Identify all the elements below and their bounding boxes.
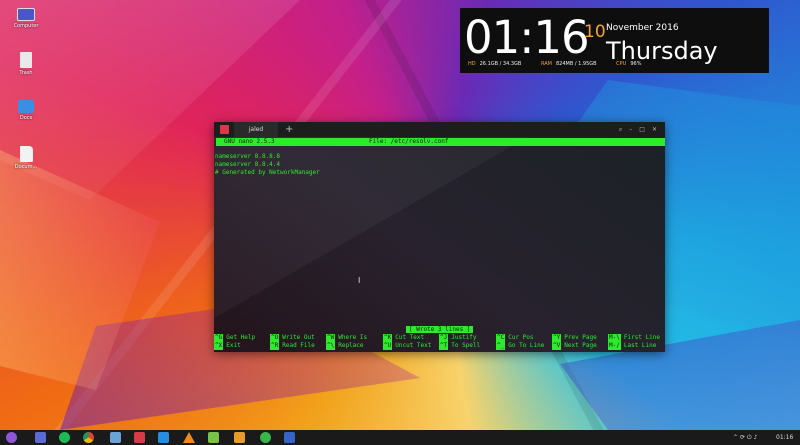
search-icon[interactable]: ⌕ [619, 126, 622, 133]
shortcut-exit[interactable]: ^X Exit [214, 342, 241, 350]
shortcut-last-line[interactable]: M-/Last Line [608, 342, 656, 350]
system-stats: HD 26.1GB / 34.3GB RAM 824MB / 1.95GB CPU 9… [468, 61, 641, 67]
desktop-icon-label: Trash [19, 70, 33, 76]
ram-label: RAM [540, 61, 552, 67]
editor-content[interactable]: nameserver 8.8.8.8 nameserver 8.8.4.4 # Ge… [215, 153, 320, 177]
editor-line: nameserver 8.8.8.8 [215, 153, 281, 160]
desktop-icon-label: Docs [19, 115, 33, 121]
chevron-up-icon[interactable]: ⌃ [733, 434, 738, 441]
shortcut-read-file[interactable]: ^R Read File [270, 342, 315, 350]
clock-time: 01:16 [464, 11, 590, 64]
ram-value: 824MB / 1.95GB [555, 61, 597, 67]
folder-icon [18, 100, 34, 113]
desktop-icon-computer[interactable]: Computer [12, 8, 40, 29]
terminal-icon[interactable] [134, 432, 145, 443]
clock-day: 10 [584, 22, 606, 42]
shortcut-first-line[interactable]: M-\ First Line [608, 334, 660, 342]
spotify-icon[interactable] [59, 432, 70, 443]
taskbar-clock[interactable]: 01:16 [776, 430, 793, 445]
desktop-icon-trash[interactable]: Trash [12, 52, 40, 76]
window-controls: ⌕ – □ ✕ [612, 122, 657, 137]
clock-month-year: November 2016 [606, 23, 679, 33]
trash-icon [20, 52, 32, 68]
editor-line: nameserver 8.8.4.4 [215, 161, 281, 168]
recorder-icon[interactable] [260, 432, 271, 443]
sync-icon[interactable]: ⟳ [740, 434, 745, 441]
power-icon[interactable]: ⏻ [747, 434, 752, 441]
wallpaper-facet [0, 150, 160, 390]
vlc-icon[interactable] [183, 432, 195, 443]
shortcut-next-page[interactable]: ^V Next Page [552, 342, 597, 350]
writer-icon[interactable] [284, 432, 295, 443]
shortcut-get-help[interactable]: ^G Get Help [214, 334, 255, 342]
minimize-icon[interactable]: – [629, 126, 632, 133]
archive-icon[interactable] [234, 432, 245, 443]
shortcut-to-spell[interactable]: ^T To Spell [439, 342, 480, 350]
chrome-icon[interactable] [83, 432, 94, 443]
nano-shortcut-bar: ^G Get Help ^O Write Out ^W Where Is ^K Cut … [214, 334, 665, 350]
desktop-icon-label: Computer [13, 23, 39, 29]
close-icon[interactable]: ✕ [652, 126, 657, 133]
volume-icon[interactable]: ♪ [754, 434, 758, 441]
store-icon[interactable] [110, 432, 121, 443]
shortcut-justify[interactable]: ^J Justify [439, 334, 477, 342]
text-cursor-icon: I [358, 276, 361, 285]
shortcut-replace[interactable]: ^\ Replace [326, 342, 364, 350]
shortcut-write-out[interactable]: ^O Write Out [270, 334, 315, 342]
nano-header: GNU nano 2.5.3 File: /etc/resolv.conf [216, 138, 665, 146]
shortcut-where-is[interactable]: ^W Where Is [326, 334, 367, 342]
files-icon[interactable] [35, 432, 46, 443]
shortcut-go-to-line[interactable]: ^_ Go To Line [496, 342, 544, 350]
hd-label: HD [468, 61, 476, 67]
maximize-icon[interactable]: □ [639, 126, 645, 133]
terminal-window[interactable]: jaled + ⌕ – □ ✕ GNU nano 2.5.3 File: /etc/r… [214, 122, 665, 352]
launcher-icon[interactable] [6, 432, 17, 443]
android-icon[interactable] [208, 432, 219, 443]
nano-version: GNU nano 2.5.3 [224, 138, 275, 145]
taskbar: ⌃ ⟳ ⏻ ♪ 01:16 [0, 430, 800, 445]
desktop-icon-docs[interactable]: Docs [12, 100, 40, 121]
cpu-value: 96% [630, 61, 642, 67]
clock-widget: 01:16 10 November 2016 Thursday HD 26.1GB… [460, 8, 769, 73]
nano-file-label: File: /etc/resolv.conf [369, 138, 449, 145]
shortcut-cut-text[interactable]: ^K Cut Text [383, 334, 424, 342]
hd-value: 26.1GB / 34.3GB [479, 61, 522, 67]
flag-icon[interactable] [158, 432, 169, 443]
cpu-label: CPU [616, 61, 627, 67]
terminal-app-icon [220, 125, 229, 134]
terminal-titlebar[interactable]: jaled + ⌕ – □ ✕ [214, 122, 665, 137]
document-icon [19, 146, 33, 162]
shortcut-prev-page[interactable]: ^Y Prev Page [552, 334, 597, 342]
desktop-icon-document[interactable]: Docum... [12, 146, 40, 170]
editor-line: # Generated by NetworkManager [215, 169, 320, 176]
new-tab-button[interactable]: + [285, 122, 293, 137]
shortcut-uncut-text[interactable]: ^U Uncut Text [383, 342, 431, 350]
desktop-icon-label: Docum... [14, 164, 38, 170]
nano-status-message: [ Wrote 3 lines ] [406, 326, 474, 333]
system-tray: ⌃ ⟳ ⏻ ♪ [733, 430, 757, 445]
terminal-tab[interactable]: jaled [234, 122, 278, 137]
computer-icon [17, 8, 35, 21]
shortcut-cur-pos[interactable]: ^C Cur Pos [496, 334, 534, 342]
